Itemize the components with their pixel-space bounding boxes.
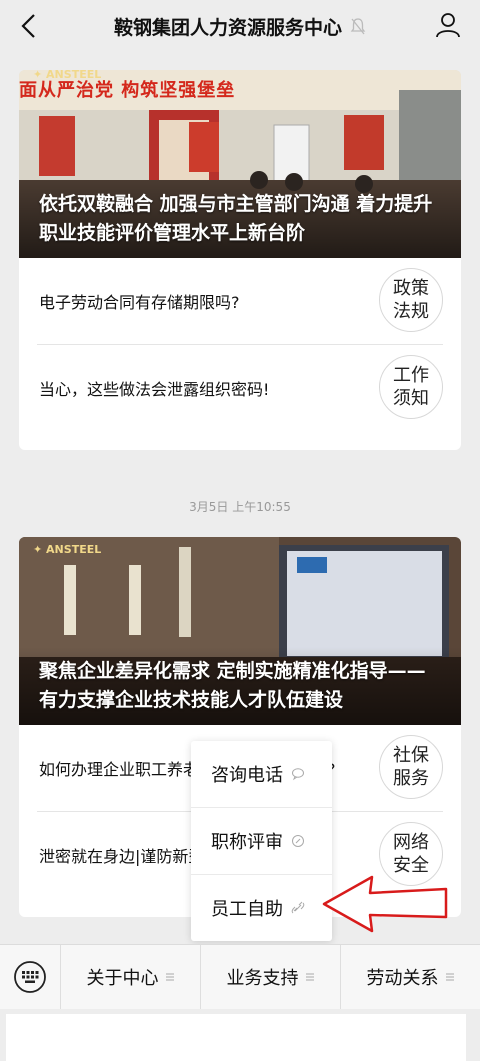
keyboard-icon — [14, 961, 46, 993]
page-title: 鞍钢集团人力资源服务中心 — [113, 16, 342, 39]
thumb-line: 社保 — [393, 745, 429, 766]
submenu-item-employee-self-service[interactable]: 员工自助 — [191, 874, 332, 941]
keyboard-toggle-button[interactable] — [0, 945, 61, 1009]
back-arrow-icon[interactable] — [14, 10, 44, 42]
menu-item-labor-relations[interactable]: 劳动关系 — [341, 945, 480, 1009]
article-card-1: 面从严治党 构筑坚强堡垒 ✦ ANSTEEL 依托双鞍融合 加强与市主管部门沟通… — [19, 70, 461, 450]
hero-article-2[interactable]: ✦ ANSTEEL 聚焦企业差异化需求 定制实施精准化指导——有力支撑企业技术技… — [19, 537, 461, 725]
thumb-badge[interactable]: 工作 须知 — [379, 355, 443, 419]
menu-item-business-support[interactable]: 业务支持 — [201, 945, 341, 1009]
thumb-line: 工作 — [393, 365, 429, 386]
hero-headline-1: 依托双鞍融合 加强与市主管部门沟通 着力提升职业技能评价管理水平上新台阶 — [39, 193, 433, 244]
submenu-item-label: 职称评审 — [211, 832, 283, 853]
menu-lines-icon — [305, 973, 314, 981]
ansteel-logo: ✦ ANSTEEL — [33, 543, 102, 556]
thumb-line: 网络 — [393, 832, 429, 853]
list-item[interactable]: 当心，这些做法会泄露组织密码! 工作 须知 — [37, 344, 443, 431]
hero-headline-2: 聚焦企业差异化需求 定制实施精准化指导——有力支撑企业技术技能人才队伍建设 — [39, 660, 426, 711]
submenu-popup: 咨询电话 职称评审 员工自助 — [191, 741, 332, 941]
message-bubble-icon — [292, 768, 304, 781]
red-arrow-annotation — [322, 875, 448, 933]
thumb-badge[interactable]: 社保 服务 — [379, 735, 443, 799]
bottom-safe-area — [0, 1009, 480, 1061]
menu-item-label: 业务支持 — [226, 968, 299, 989]
thumb-badge[interactable]: 政策 法规 — [379, 268, 443, 332]
hero-article-1[interactable]: 面从严治党 构筑坚强堡垒 ✦ ANSTEEL 依托双鞍融合 加强与市主管部门沟通… — [19, 70, 461, 258]
ansteel-logo: ✦ ANSTEEL — [33, 70, 102, 81]
menu-item-label: 关于中心 — [86, 968, 159, 989]
thumb-line: 须知 — [393, 388, 429, 409]
link-icon — [292, 835, 304, 847]
bottom-panel — [6, 1014, 466, 1061]
profile-icon[interactable] — [434, 11, 462, 39]
top-bar: 鞍钢集团人力资源服务中心 — [0, 0, 480, 52]
link-icon — [291, 901, 305, 914]
submenu-item-consult-phone[interactable]: 咨询电话 — [191, 741, 332, 807]
bottom-menu-bar: 关于中心 业务支持 劳动关系 — [0, 944, 480, 1009]
submenu-item-label: 员工自助 — [211, 899, 283, 920]
muted-bell-icon — [350, 18, 366, 35]
list-item-title: 当心，这些做法会泄露组织密码! — [39, 380, 270, 399]
menu-lines-icon — [445, 973, 454, 981]
submenu-item-title-review[interactable]: 职称评审 — [191, 807, 332, 874]
menu-item-label: 劳动关系 — [366, 968, 439, 989]
menu-item-about-center[interactable]: 关于中心 — [61, 945, 201, 1009]
thumb-line: 政策 — [393, 278, 429, 299]
message-timestamp: 3月5日 上午10:55 — [189, 500, 291, 514]
thumb-line: 服务 — [393, 768, 429, 789]
list-item-title: 电子劳动合同有存储期限吗? — [39, 293, 240, 312]
menu-lines-icon — [165, 973, 174, 981]
list-item[interactable]: 电子劳动合同有存储期限吗? 政策 法规 — [37, 258, 443, 344]
submenu-item-label: 咨询电话 — [211, 765, 283, 786]
thumb-line: 法规 — [393, 301, 429, 322]
